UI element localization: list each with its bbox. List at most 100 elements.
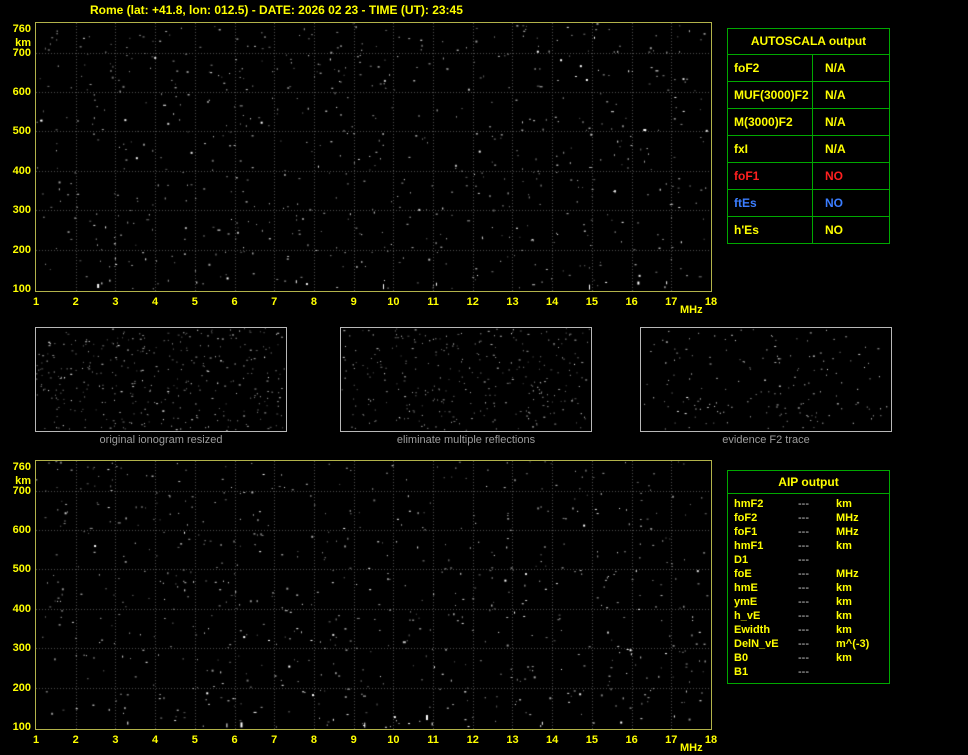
aip-param-value: --- bbox=[798, 582, 809, 594]
y-tick-label-300: 300 bbox=[12, 204, 31, 217]
aip-row-4: D1 --- bbox=[728, 553, 889, 567]
x-tick-label-4: 4 bbox=[152, 734, 159, 746]
x-tick-label-18: 18 bbox=[704, 296, 718, 308]
eliminate-reflections-canvas bbox=[341, 328, 591, 431]
autoscala-param-name: fxI bbox=[728, 136, 813, 162]
aip-param-unit: km bbox=[836, 610, 852, 622]
ionogram-canvas-top bbox=[36, 23, 711, 291]
autoscala-row-4: foF1 NO bbox=[728, 163, 889, 190]
x-tick-label-12: 12 bbox=[466, 734, 479, 746]
aip-param-value: --- bbox=[798, 568, 809, 580]
y-tick-label-500: 500 bbox=[12, 125, 31, 138]
y-tick-label-300: 300 bbox=[12, 642, 31, 655]
x-tick-label-18: 18 bbox=[704, 734, 718, 746]
autoscala-param-name: foF1 bbox=[728, 163, 813, 189]
x-tick-label-7: 7 bbox=[271, 734, 278, 746]
aip-param-name: Ewidth bbox=[734, 624, 771, 636]
aip-param-name: DelN_vE bbox=[734, 638, 779, 650]
x-tick-label-16: 16 bbox=[625, 296, 638, 308]
y-tick-label-100: 100 bbox=[12, 721, 31, 733]
aip-param-unit: MHz bbox=[836, 568, 859, 580]
aip-param-value: --- bbox=[798, 624, 809, 636]
autoscala-param-value: N/A bbox=[825, 88, 846, 102]
x-tick-label-12: 12 bbox=[466, 296, 479, 308]
aip-param-name: D1 bbox=[734, 554, 749, 566]
x-tick-label-14: 14 bbox=[546, 296, 559, 308]
x-tick-label-13: 13 bbox=[506, 734, 519, 746]
original-ionogram-canvas bbox=[36, 328, 286, 431]
aip-param-value: --- bbox=[798, 596, 809, 608]
x-tick-label-10: 10 bbox=[387, 734, 400, 746]
aip-param-name: ymE bbox=[734, 596, 758, 608]
autoscala-output-table: AUTOSCALA output foF2 N/A MUF(3000)F2 N/A M(… bbox=[727, 28, 890, 244]
y-tick-label-500: 500 bbox=[12, 563, 31, 576]
aip-row-0: hmF2 --- km bbox=[728, 497, 889, 511]
aip-row-6: hmE --- km bbox=[728, 581, 889, 595]
y-axis-unit: km bbox=[15, 37, 31, 49]
aip-param-unit bbox=[836, 665, 889, 679]
aip-param-value: --- bbox=[798, 610, 809, 622]
y-tick-label-600: 600 bbox=[12, 86, 31, 99]
x-tick-label-11: 11 bbox=[427, 296, 439, 308]
x-tick-label-15: 15 bbox=[585, 734, 598, 746]
aip-param-value: --- bbox=[798, 540, 809, 552]
aip-row-8: h_vE --- km bbox=[728, 609, 889, 623]
x-tick-label-13: 13 bbox=[506, 296, 519, 308]
x-tick-label-3: 3 bbox=[112, 296, 119, 308]
aip-row-3: hmF1 --- km bbox=[728, 539, 889, 553]
caption-eliminate-reflections: eliminate multiple reflections bbox=[396, 434, 536, 446]
autoscala-param-value: N/A bbox=[825, 61, 846, 75]
x-tick-label-16: 16 bbox=[625, 734, 638, 746]
panel-original-ionogram bbox=[35, 327, 287, 432]
x-tick-label-15: 15 bbox=[585, 296, 598, 308]
autoscala-table-rows: foF2 N/A MUF(3000)F2 N/A M(3000)F2 N/A fxI N/A f… bbox=[728, 55, 889, 243]
y-tick-label-760: 760 bbox=[12, 461, 31, 473]
autoscala-param-name: h'Es bbox=[728, 217, 813, 243]
aip-param-unit: km bbox=[836, 540, 852, 552]
x-tick-label-17: 17 bbox=[665, 296, 678, 308]
aip-param-unit: m^(-3) bbox=[836, 638, 870, 650]
aip-param-name: B1 bbox=[734, 666, 749, 678]
ionogram-frame-top bbox=[35, 22, 712, 292]
x-tick-label-6: 6 bbox=[231, 296, 238, 308]
autoscala-table-title: AUTOSCALA output bbox=[728, 29, 889, 55]
autoscala-param-name: ftEs bbox=[728, 190, 813, 216]
panel-evidence-f2-trace bbox=[640, 327, 892, 432]
aip-param-unit: MHz bbox=[836, 526, 859, 538]
aip-row-1: foF2 --- MHz bbox=[728, 511, 889, 525]
autoscala-param-value: N/A bbox=[825, 142, 846, 156]
aip-param-value: --- bbox=[798, 498, 809, 510]
y-axis-unit: km bbox=[15, 475, 31, 487]
x-tick-label-7: 7 bbox=[271, 296, 278, 308]
y-tick-label-200: 200 bbox=[12, 681, 31, 694]
x-tick-label-1: 1 bbox=[32, 734, 40, 746]
station-datetime-title: Rome (lat: +41.8, lon: 012.5) - DATE: 20… bbox=[90, 3, 463, 17]
aip-param-value: --- bbox=[798, 554, 809, 566]
x-tick-label-5: 5 bbox=[191, 734, 198, 746]
autoscala-row-0: foF2 N/A bbox=[728, 55, 889, 82]
x-tick-label-2: 2 bbox=[72, 296, 79, 308]
x-tick-label-8: 8 bbox=[310, 734, 317, 746]
x-tick-label-4: 4 bbox=[152, 296, 159, 308]
aip-row-11: B0 --- km bbox=[728, 651, 889, 665]
aip-param-unit: km bbox=[836, 582, 852, 594]
aip-param-unit: km bbox=[836, 624, 852, 636]
aip-row-7: ymE --- km bbox=[728, 595, 889, 609]
x-tick-label-9: 9 bbox=[350, 296, 357, 308]
x-tick-label-14: 14 bbox=[546, 734, 559, 746]
evidence-f2-trace-canvas bbox=[641, 328, 891, 431]
aip-row-10: DelN_vE --- m^(-3) bbox=[728, 637, 889, 651]
y-tick-label-100: 100 bbox=[12, 283, 31, 295]
autoscala-row-6: h'Es NO bbox=[728, 217, 889, 243]
aip-param-name: B0 bbox=[734, 652, 749, 664]
autoscala-param-name: MUF(3000)F2 bbox=[728, 82, 813, 108]
aip-param-unit: km bbox=[836, 596, 852, 608]
autoscala-window: Rome (lat: +41.8, lon: 012.5) - DATE: 20… bbox=[0, 0, 968, 755]
autoscala-row-3: fxI N/A bbox=[728, 136, 889, 163]
y-tick-label-760: 760 bbox=[12, 23, 31, 35]
x-axis-unit: MHz bbox=[680, 742, 703, 754]
x-tick-label-6: 6 bbox=[231, 734, 238, 746]
autoscala-row-1: MUF(3000)F2 N/A bbox=[728, 82, 889, 109]
aip-param-value: --- bbox=[798, 666, 809, 678]
x-tick-label-10: 10 bbox=[387, 296, 400, 308]
